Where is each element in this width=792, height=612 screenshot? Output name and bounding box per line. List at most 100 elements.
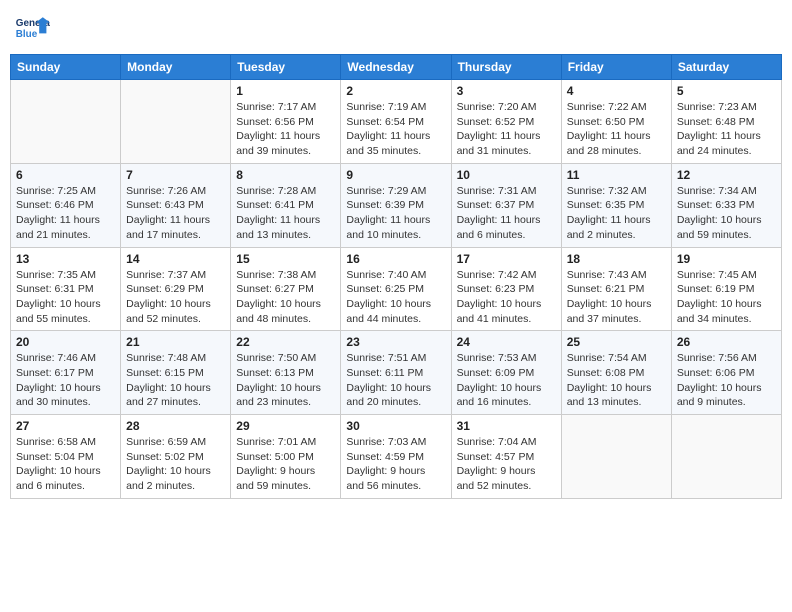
calendar-day-cell [121,80,231,164]
day-number: 25 [567,335,666,349]
day-number: 31 [457,419,556,433]
day-detail: Sunrise: 7:20 AMSunset: 6:52 PMDaylight:… [457,100,556,159]
day-number: 6 [16,168,115,182]
svg-text:Blue: Blue [16,29,38,40]
calendar-table: SundayMondayTuesdayWednesdayThursdayFrid… [10,54,782,499]
calendar-day-cell: 27Sunrise: 6:58 AMSunset: 5:04 PMDayligh… [11,415,121,499]
calendar-day-cell [561,415,671,499]
day-number: 10 [457,168,556,182]
weekday-header: Friday [561,55,671,80]
day-number: 23 [346,335,445,349]
day-detail: Sunrise: 7:51 AMSunset: 6:11 PMDaylight:… [346,351,445,410]
calendar-day-cell: 29 Sunrise: 7:01 AMSunset: 5:00 PMDayligh… [231,415,341,499]
calendar-day-cell: 16 Sunrise: 7:40 AMSunset: 6:25 PMDayligh… [341,247,451,331]
day-number: 13 [16,252,115,266]
calendar-day-cell: 11Sunrise: 7:32 AMSunset: 6:35 PMDayligh… [561,163,671,247]
day-detail: Sunrise: 7:03 AMSunset: 4:59 PMDaylight:… [346,435,445,494]
calendar-day-cell: 19 Sunrise: 7:45 AMSunset: 6:19 PMDayligh… [671,247,781,331]
day-detail: Sunrise: 7:23 AMSunset: 6:48 PMDaylight:… [677,100,776,159]
calendar-day-cell: 4 Sunrise: 7:22 AMSunset: 6:50 PMDaylight… [561,80,671,164]
day-number: 15 [236,252,335,266]
day-number: 29 [236,419,335,433]
day-detail: Sunrise: 7:34 AMSunset: 6:33 PMDaylight:… [677,184,776,243]
calendar-day-cell [671,415,781,499]
day-detail: Sunrise: 7:29 AMSunset: 6:39 PMDaylight:… [346,184,445,243]
day-detail: Sunrise: 7:46 AMSunset: 6:17 PMDaylight:… [16,351,115,410]
day-number: 7 [126,168,225,182]
day-number: 18 [567,252,666,266]
day-detail: Sunrise: 7:26 AMSunset: 6:43 PMDaylight:… [126,184,225,243]
calendar-day-cell: 6 Sunrise: 7:25 AMSunset: 6:46 PMDaylight… [11,163,121,247]
day-number: 17 [457,252,556,266]
day-number: 3 [457,84,556,98]
calendar-day-cell: 30Sunrise: 7:03 AMSunset: 4:59 PMDayligh… [341,415,451,499]
calendar-day-cell: 8 Sunrise: 7:28 AMSunset: 6:41 PMDaylight… [231,163,341,247]
calendar-day-cell: 13 Sunrise: 7:35 AMSunset: 6:31 PMDayligh… [11,247,121,331]
calendar-day-cell: 12 Sunrise: 7:34 AMSunset: 6:33 PMDayligh… [671,163,781,247]
calendar-day-cell: 17 Sunrise: 7:42 AMSunset: 6:23 PMDayligh… [451,247,561,331]
calendar-day-cell: 3 Sunrise: 7:20 AMSunset: 6:52 PMDaylight… [451,80,561,164]
day-number: 26 [677,335,776,349]
calendar-day-cell: 2Sunrise: 7:19 AMSunset: 6:54 PMDaylight… [341,80,451,164]
day-detail: Sunrise: 7:43 AMSunset: 6:21 PMDaylight:… [567,268,666,327]
calendar-week-row: 27Sunrise: 6:58 AMSunset: 5:04 PMDayligh… [11,415,782,499]
weekday-header: Tuesday [231,55,341,80]
calendar-day-cell: 23 Sunrise: 7:51 AMSunset: 6:11 PMDayligh… [341,331,451,415]
day-detail: Sunrise: 7:45 AMSunset: 6:19 PMDaylight:… [677,268,776,327]
day-number: 16 [346,252,445,266]
calendar-day-cell: 1 Sunrise: 7:17 AMSunset: 6:56 PMDaylight… [231,80,341,164]
day-detail: Sunrise: 7:28 AMSunset: 6:41 PMDaylight:… [236,184,335,243]
day-detail: Sunrise: 7:40 AMSunset: 6:25 PMDaylight:… [346,268,445,327]
day-number: 24 [457,335,556,349]
calendar-header-row: SundayMondayTuesdayWednesdayThursdayFrid… [11,55,782,80]
day-detail: Sunrise: 7:56 AMSunset: 6:06 PMDaylight:… [677,351,776,410]
day-number: 1 [236,84,335,98]
day-number: 5 [677,84,776,98]
day-detail: Sunrise: 7:04 AMSunset: 4:57 PMDaylight:… [457,435,556,494]
day-number: 14 [126,252,225,266]
day-detail: Sunrise: 6:59 AMSunset: 5:02 PMDaylight:… [126,435,225,494]
day-number: 19 [677,252,776,266]
day-detail: Sunrise: 6:58 AMSunset: 5:04 PMDaylight:… [16,435,115,494]
day-detail: Sunrise: 7:54 AMSunset: 6:08 PMDaylight:… [567,351,666,410]
calendar-day-cell [11,80,121,164]
day-detail: Sunrise: 7:42 AMSunset: 6:23 PMDaylight:… [457,268,556,327]
day-detail: Sunrise: 7:25 AMSunset: 6:46 PMDaylight:… [16,184,115,243]
day-detail: Sunrise: 7:37 AMSunset: 6:29 PMDaylight:… [126,268,225,327]
day-detail: Sunrise: 7:22 AMSunset: 6:50 PMDaylight:… [567,100,666,159]
calendar-week-row: 13 Sunrise: 7:35 AMSunset: 6:31 PMDayligh… [11,247,782,331]
calendar-day-cell: 24 Sunrise: 7:53 AMSunset: 6:09 PMDayligh… [451,331,561,415]
calendar-day-cell: 22 Sunrise: 7:50 AMSunset: 6:13 PMDayligh… [231,331,341,415]
calendar-week-row: 6 Sunrise: 7:25 AMSunset: 6:46 PMDaylight… [11,163,782,247]
calendar-week-row: 20Sunrise: 7:46 AMSunset: 6:17 PMDayligh… [11,331,782,415]
day-number: 12 [677,168,776,182]
day-number: 8 [236,168,335,182]
calendar-day-cell: 9Sunrise: 7:29 AMSunset: 6:39 PMDaylight… [341,163,451,247]
day-number: 21 [126,335,225,349]
weekday-header: Sunday [11,55,121,80]
calendar-day-cell: 5 Sunrise: 7:23 AMSunset: 6:48 PMDaylight… [671,80,781,164]
weekday-header: Saturday [671,55,781,80]
day-number: 22 [236,335,335,349]
day-detail: Sunrise: 7:50 AMSunset: 6:13 PMDaylight:… [236,351,335,410]
day-number: 2 [346,84,445,98]
logo: General Blue [14,10,54,46]
calendar-day-cell: 21 Sunrise: 7:48 AMSunset: 6:15 PMDayligh… [121,331,231,415]
calendar-day-cell: 14 Sunrise: 7:37 AMSunset: 6:29 PMDayligh… [121,247,231,331]
calendar-day-cell: 28Sunrise: 6:59 AMSunset: 5:02 PMDayligh… [121,415,231,499]
day-detail: Sunrise: 7:01 AMSunset: 5:00 PMDaylight:… [236,435,335,494]
day-detail: Sunrise: 7:53 AMSunset: 6:09 PMDaylight:… [457,351,556,410]
day-detail: Sunrise: 7:48 AMSunset: 6:15 PMDaylight:… [126,351,225,410]
day-detail: Sunrise: 7:32 AMSunset: 6:35 PMDaylight:… [567,184,666,243]
day-detail: Sunrise: 7:31 AMSunset: 6:37 PMDaylight:… [457,184,556,243]
calendar-week-row: 1 Sunrise: 7:17 AMSunset: 6:56 PMDaylight… [11,80,782,164]
day-detail: Sunrise: 7:17 AMSunset: 6:56 PMDaylight:… [236,100,335,159]
day-number: 4 [567,84,666,98]
calendar-day-cell: 25 Sunrise: 7:54 AMSunset: 6:08 PMDayligh… [561,331,671,415]
calendar-day-cell: 18 Sunrise: 7:43 AMSunset: 6:21 PMDayligh… [561,247,671,331]
calendar-day-cell: 15 Sunrise: 7:38 AMSunset: 6:27 PMDayligh… [231,247,341,331]
weekday-header: Monday [121,55,231,80]
day-detail: Sunrise: 7:38 AMSunset: 6:27 PMDaylight:… [236,268,335,327]
logo-icon: General Blue [14,10,50,46]
day-detail: Sunrise: 7:35 AMSunset: 6:31 PMDaylight:… [16,268,115,327]
